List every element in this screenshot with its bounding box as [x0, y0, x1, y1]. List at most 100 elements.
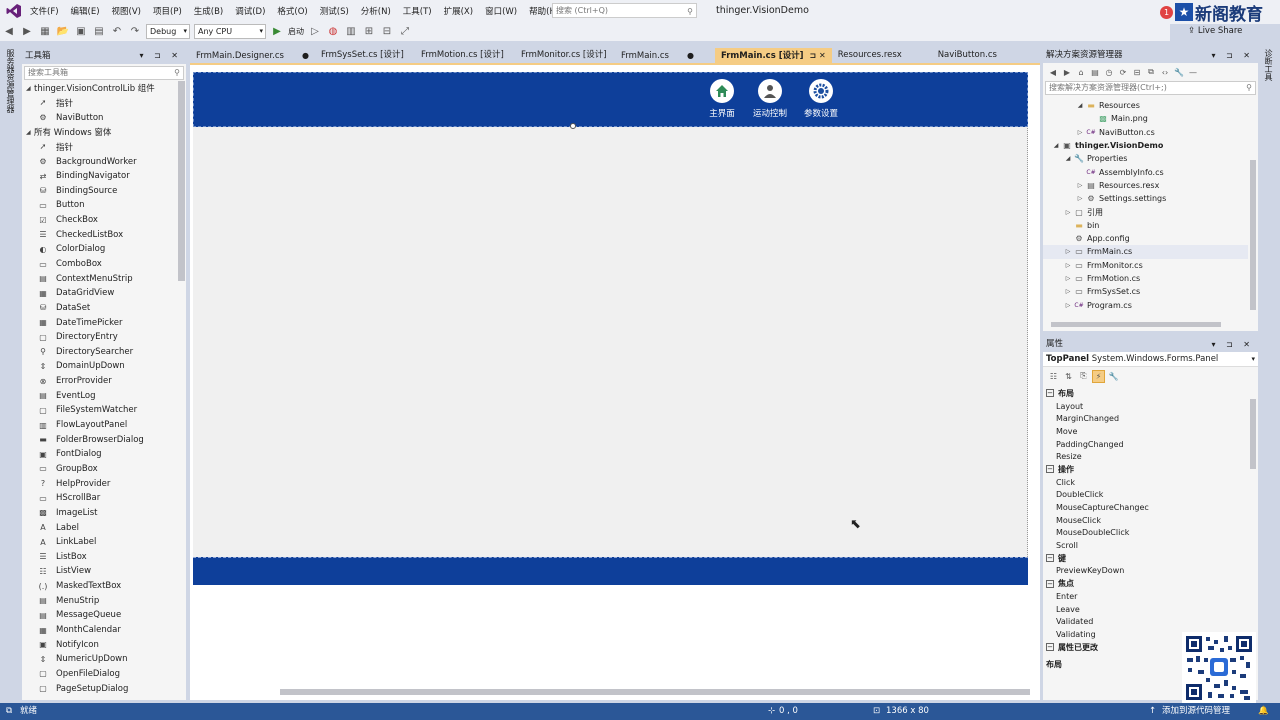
tree-item[interactable]: ◢ ▣ thinger.VisionDemo — [1043, 139, 1248, 152]
toolbox-group[interactable]: ◢ 所有 Windows 窗体 — [22, 125, 177, 140]
expand-triangle-icon[interactable]: ▷ — [1063, 248, 1073, 255]
new-project-icon[interactable]: ▦ — [37, 23, 53, 39]
expand-triangle-icon[interactable]: ▷ — [1063, 262, 1073, 269]
expand-triangle-icon[interactable]: ◢ — [1075, 102, 1085, 109]
sync-icon[interactable]: ⟳ — [1117, 66, 1129, 78]
expand-triangle-icon[interactable]: ▷ — [1075, 182, 1085, 189]
collapse-triangle-icon[interactable]: ◢ — [26, 129, 34, 136]
toolbox-item[interactable]: ▬ FolderBrowserDialog — [22, 432, 177, 447]
alphabetical-icon[interactable]: ⇅ — [1062, 370, 1075, 383]
menu-item[interactable]: 扩展(X) — [438, 5, 479, 17]
panel-controls[interactable]: ▾ ⊐ ✕ — [1211, 48, 1254, 63]
tree-item[interactable]: ⚙ App.config — [1043, 232, 1248, 245]
toolbox-item[interactable]: ▦ DateTimePicker — [22, 315, 177, 330]
tree-item[interactable]: ◢ ▬ Resources — [1043, 99, 1248, 112]
property-category[interactable]: − 操作 — [1043, 463, 1253, 476]
expand-triangle-icon[interactable]: ▷ — [1063, 209, 1073, 216]
notifications-icon[interactable]: 🔔 — [1258, 703, 1269, 720]
toolbox-item[interactable]: ▢ OpenFileDialog — [22, 667, 177, 682]
document-tab[interactable]: Resources.resx — [832, 48, 932, 63]
solution-explorer-horizontal-scrollbar[interactable] — [1051, 322, 1221, 327]
expand-triangle-icon[interactable]: ▷ — [1063, 302, 1073, 309]
minus-icon[interactable]: — — [1187, 66, 1199, 78]
toolbox-search-input[interactable]: 搜索工具箱 ⚲ — [24, 66, 184, 80]
toolbox-item[interactable]: ▥ FlowLayoutPanel — [22, 418, 177, 433]
forward-icon[interactable]: ▶ — [1061, 66, 1073, 78]
document-tab[interactable]: FrmSysSet.cs [设计] — [315, 48, 415, 63]
designer-form[interactable]: 主界面 运动控制 参数设置 — [193, 72, 1028, 585]
menu-item[interactable]: 编辑(E) — [65, 5, 106, 17]
bottom-panel[interactable] — [193, 557, 1028, 585]
forward-icon[interactable]: ▶ — [19, 23, 35, 39]
toolbox-item[interactable]: ▤ MessageQueue — [22, 608, 177, 623]
property-event[interactable]: Click — [1043, 476, 1253, 489]
toolbox-item[interactable]: ▢ PageSetupDialog — [22, 681, 177, 696]
collapse-box-icon[interactable]: − — [1046, 643, 1054, 652]
property-event[interactable]: MarginChanged — [1043, 412, 1253, 425]
events-lightning-icon[interactable]: ⚡ — [1092, 369, 1105, 383]
property-event[interactable]: Scroll — [1043, 539, 1253, 552]
property-event[interactable]: MouseCaptureChangec — [1043, 501, 1253, 514]
toolbox-scrollbar[interactable] — [178, 81, 185, 281]
property-event[interactable]: PreviewKeyDown — [1043, 565, 1253, 578]
tree-item[interactable]: ▩ Main.png — [1043, 112, 1248, 125]
toolbox-item[interactable]: ◐ ColorDialog — [22, 242, 177, 257]
menu-item[interactable]: 项目(P) — [147, 5, 188, 17]
properties-scrollbar[interactable] — [1250, 399, 1256, 469]
pin-icon[interactable]: ⊐ ✕ — [810, 51, 826, 60]
toolbox-item[interactable]: ⇕ NumericUpDown — [22, 652, 177, 667]
property-event[interactable]: MouseDoubleClick — [1043, 527, 1253, 540]
expand-triangle-icon[interactable]: ▷ — [1063, 288, 1073, 295]
menu-item[interactable]: 格式(O) — [271, 5, 313, 17]
live-share-button[interactable]: ⇪ Live Share — [1188, 26, 1242, 36]
properties-icon[interactable]: 🔧 — [1173, 66, 1185, 78]
hot-reload-icon[interactable]: ◍ — [325, 23, 341, 39]
menu-item[interactable]: 窗口(W) — [479, 5, 523, 17]
menu-item[interactable]: 测试(S) — [314, 5, 355, 17]
toolbox-item[interactable]: ▤ EventLog — [22, 388, 177, 403]
start-without-debug-icon[interactable]: ▷ — [307, 23, 323, 39]
property-category[interactable]: − 焦点 — [1043, 577, 1253, 590]
collapse-box-icon[interactable]: − — [1046, 389, 1054, 398]
tree-item[interactable]: ▷ ▢ 引用 — [1043, 205, 1248, 218]
toolbox-item[interactable]: ⚙ NaviButton — [22, 110, 177, 125]
align-icon[interactable]: ⊞ — [361, 23, 377, 39]
toolbox-item[interactable]: ☰ CheckedListBox — [22, 227, 177, 242]
toolbox-item[interactable]: ⇕ DomainUpDown — [22, 359, 177, 374]
solution-explorer-vertical-scrollbar[interactable] — [1250, 160, 1256, 310]
tree-item[interactable]: ▷ C# NaviButton.cs — [1043, 126, 1248, 139]
add-to-source-control-button[interactable]: 添加到源代码管理 — [1162, 703, 1230, 720]
menu-item[interactable]: 调试(D) — [229, 5, 271, 17]
panel-controls[interactable]: ▾ ⊐ ✕ — [139, 48, 182, 64]
toolbox-item[interactable]: ▣ NotifyIcon — [22, 637, 177, 652]
pending-changes-icon[interactable]: ◷ — [1103, 66, 1115, 78]
property-event[interactable]: Move — [1043, 425, 1253, 438]
categorized-icon[interactable]: ☷ — [1047, 370, 1060, 383]
switch-views-icon[interactable]: ▤ — [1089, 66, 1101, 78]
expand-triangle-icon[interactable]: ◢ — [1063, 155, 1073, 162]
server-explorer-tab[interactable]: 服务器资源管理器 — [5, 49, 16, 113]
toolbox-item[interactable]: ▢ FileSystemWatcher — [22, 403, 177, 418]
toolbox-item[interactable]: ▦ DataGridView — [22, 286, 177, 301]
property-pages-icon[interactable]: 🔧 — [1107, 370, 1120, 383]
top-panel[interactable]: 主界面 运动控制 参数设置 — [193, 72, 1028, 129]
document-tab[interactable]: FrmMotion.cs [设计] — [415, 48, 515, 63]
undo-icon[interactable]: ↶ — [109, 23, 125, 39]
code-view-icon[interactable]: ‹› — [1159, 66, 1171, 78]
tree-item[interactable]: ▷ C# Program.cs — [1043, 298, 1248, 311]
toolbox-item[interactable]: ▤ MenuStrip — [22, 593, 177, 608]
tree-item[interactable]: ▬ bin — [1043, 219, 1248, 232]
collapse-all-icon[interactable]: ⊟ — [1131, 66, 1143, 78]
collapse-box-icon[interactable]: − — [1046, 579, 1054, 588]
properties-view-icon[interactable]: ⎘ — [1077, 370, 1090, 383]
solution-platform-select[interactable]: Any CPU ▾ — [194, 23, 266, 39]
back-icon[interactable]: ◀ — [1047, 66, 1059, 78]
document-tab[interactable]: FrmMain.cs [设计] ⊐ ✕ — [714, 48, 832, 63]
toolbox-item[interactable]: ▭ GroupBox — [22, 462, 177, 477]
toolbox-item[interactable]: A LinkLabel — [22, 535, 177, 550]
start-button[interactable]: 启动 — [288, 26, 304, 37]
form-designer-surface[interactable]: 主界面 运动控制 参数设置 ⬉ — [190, 65, 1040, 700]
property-event[interactable]: Validated — [1043, 615, 1253, 628]
menu-item[interactable]: 文件(F) — [24, 5, 65, 17]
collapse-triangle-icon[interactable]: ◢ — [26, 85, 34, 92]
